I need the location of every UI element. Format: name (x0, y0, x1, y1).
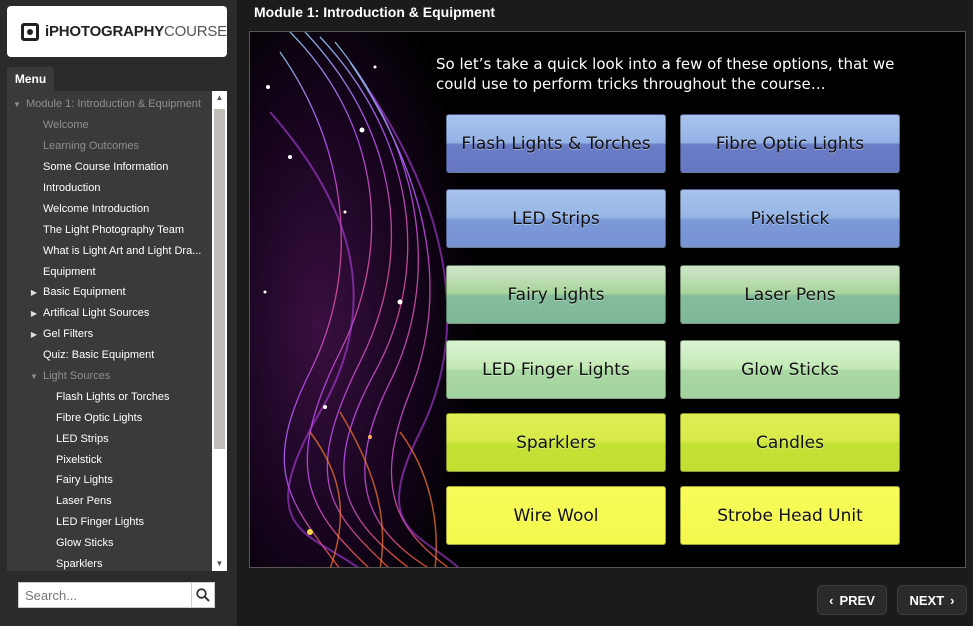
menu-item-label: Basic Equipment (43, 286, 126, 299)
slide-prompt: So let’s take a quick look into a few of… (436, 55, 895, 93)
menu-item[interactable]: Glow Sticks (7, 533, 211, 554)
menu-item-label: Flash Lights or Torches (56, 390, 170, 403)
menu-item[interactable]: Quiz: Basic Equipment (7, 345, 211, 366)
caret-right-icon[interactable]: ▶ (29, 330, 39, 339)
menu-item[interactable]: Welcome (7, 115, 211, 136)
caret-down-icon[interactable]: ▼ (29, 372, 39, 381)
menu-item-label: Equipment (43, 265, 96, 278)
menu-item-label: Some Course Information (43, 161, 169, 174)
option-button[interactable]: Pixelstick (680, 189, 900, 248)
menu-item[interactable]: Introduction (7, 178, 211, 199)
menu-item-label: Module 1: Introduction & Equipment (26, 98, 201, 111)
logo-text-light: COURSE (164, 23, 227, 40)
search-bar (18, 582, 215, 608)
option-button[interactable]: Wire Wool (446, 486, 666, 545)
menu-item[interactable]: Sparklers (7, 554, 211, 571)
next-button[interactable]: NEXT › (897, 585, 967, 615)
menu-item[interactable]: Learning Outcomes (7, 136, 211, 157)
menu-item-label: Learning Outcomes (43, 140, 139, 153)
menu-item[interactable]: Laser Pens (7, 491, 211, 512)
menu-item-label: Glow Sticks (56, 537, 114, 550)
menu-item-label: The Light Photography Team (43, 223, 185, 236)
prev-label: PREV (839, 592, 875, 608)
menu-item[interactable]: Pixelstick (7, 449, 211, 470)
logo-text-bold: iPHOTOGRAPHY (45, 23, 165, 40)
menu-item[interactable]: The Light Photography Team (7, 219, 211, 240)
chevron-left-icon: ‹ (829, 592, 834, 608)
option-button[interactable]: Glow Sticks (680, 340, 900, 399)
menu-item[interactable]: Flash Lights or Torches (7, 386, 211, 407)
option-button[interactable]: Strobe Head Unit (680, 486, 900, 545)
menu-item[interactable]: ▼ Light Sources (7, 366, 211, 387)
option-button[interactable]: Fairy Lights (446, 265, 666, 324)
module-title: Module 1: Introduction & Equipment (254, 4, 496, 20)
sidebar: iPHOTOGRAPHY COURSE Menu ▼ Module 1: Intr… (0, 0, 237, 626)
camera-icon (21, 22, 39, 41)
course-player: iPHOTOGRAPHY COURSE Menu ▼ Module 1: Intr… (0, 0, 973, 626)
menu-item-label: Sparklers (56, 558, 103, 571)
menu-item-label: Fairy Lights (56, 474, 113, 487)
search-input[interactable] (18, 582, 191, 608)
menu-item[interactable]: Equipment (7, 261, 211, 282)
chevron-right-icon: › (950, 592, 955, 608)
menu-item[interactable]: Welcome Introduction (7, 198, 211, 219)
option-button[interactable]: Candles (680, 413, 900, 472)
menu-item[interactable]: LED Strips (7, 428, 211, 449)
menu-item[interactable]: ▶ Artifical Light Sources (7, 303, 211, 324)
menu-item-label: Fibre Optic Lights (56, 411, 143, 424)
option-button[interactable]: Fibre Optic Lights (680, 114, 900, 173)
menu-item-label: Artifical Light Sources (43, 307, 150, 320)
menu-item-label: Laser Pens (56, 495, 112, 508)
search-icon (196, 588, 210, 602)
menu-panel: ▼ Module 1: Introduction & Equipment Welco… (7, 91, 227, 571)
option-button[interactable]: LED Finger Lights (446, 340, 666, 399)
menu-item-label: Introduction (43, 182, 101, 194)
menu-item[interactable]: What is Light Art and Light Dra... (7, 240, 211, 261)
menu-tab[interactable]: Menu (7, 67, 54, 91)
option-button[interactable]: LED Strips (446, 189, 666, 248)
scroll-up-icon[interactable]: ▲ (212, 91, 227, 105)
option-button[interactable]: Laser Pens (680, 265, 900, 324)
caret-right-icon[interactable]: ▶ (29, 288, 39, 297)
menu-item[interactable]: Fibre Optic Lights (7, 407, 211, 428)
menu-item-label: Welcome (43, 119, 89, 132)
menu-item[interactable]: ▶ Gel Filters (7, 324, 211, 345)
next-label: NEXT (909, 592, 945, 608)
menu-list: ▼ Module 1: Introduction & Equipment Welco… (7, 94, 211, 571)
menu-item-label: LED Strips (56, 432, 109, 445)
menu-item[interactable]: ▶ Basic Equipment (7, 282, 211, 303)
option-button[interactable]: Flash Lights & Torches (446, 114, 666, 173)
search-button[interactable] (191, 582, 215, 608)
slide-stage: So let’s take a quick look into a few of… (249, 31, 966, 568)
menu-item[interactable]: LED Finger Lights (7, 512, 211, 533)
prev-button[interactable]: ‹ PREV (817, 585, 887, 615)
scroll-thumb[interactable] (214, 109, 225, 449)
logo: iPHOTOGRAPHY COURSE (7, 6, 227, 57)
caret-right-icon[interactable]: ▶ (29, 309, 39, 318)
menu-item[interactable]: Some Course Information (7, 157, 211, 178)
scroll-down-icon[interactable]: ▼ (212, 557, 227, 571)
option-button[interactable]: Sparklers (446, 413, 666, 472)
menu-item-label: Gel Filters (43, 328, 94, 341)
menu-item-label: Quiz: Basic Equipment (43, 349, 155, 362)
menu-item[interactable]: ▼ Module 1: Introduction & Equipment (7, 94, 211, 115)
menu-item-label: Welcome Introduction (43, 202, 150, 215)
caret-down-icon[interactable]: ▼ (12, 100, 22, 109)
menu-item-label: Pixelstick (56, 453, 102, 466)
menu-item-label: Light Sources (43, 370, 111, 383)
menu-item-label: LED Finger Lights (56, 516, 145, 529)
menu-item-label: What is Light Art and Light Dra... (43, 244, 202, 257)
menu-scrollbar[interactable]: ▲ ▼ (212, 91, 227, 571)
menu-item[interactable]: Fairy Lights (7, 470, 211, 491)
